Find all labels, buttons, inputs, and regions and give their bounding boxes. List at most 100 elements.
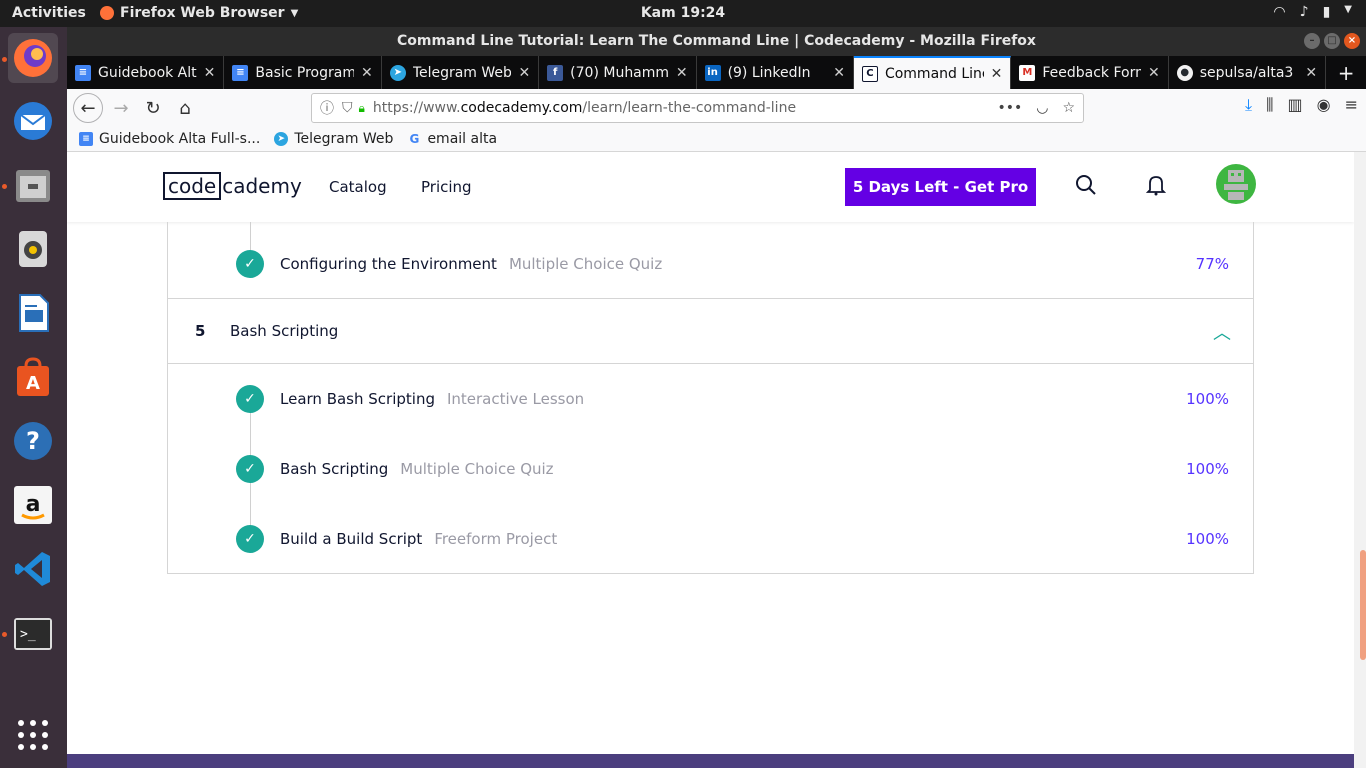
google-icon: G [409, 132, 420, 146]
list-item[interactable]: ✓ Configuring the Environment Multiple Ch… [168, 228, 1253, 298]
forward-button[interactable]: → [107, 94, 135, 122]
check-icon: ✓ [236, 455, 264, 483]
tab-telegram[interactable]: ➤ Telegram Web ✕ [382, 56, 540, 89]
nav-pricing[interactable]: Pricing [421, 178, 472, 196]
page-scrollbar[interactable] [1354, 152, 1366, 768]
home-button[interactable]: ⌂ [171, 94, 199, 122]
reload-button[interactable]: ↻ [139, 94, 167, 122]
check-icon: ✓ [236, 525, 264, 553]
dock-amazon[interactable]: a [8, 480, 58, 530]
writer-icon [19, 294, 49, 332]
minimize-button[interactable]: – [1304, 33, 1320, 49]
url-host: codecademy.com [460, 100, 583, 116]
dock-writer[interactable] [8, 288, 58, 338]
close-tab-icon[interactable]: ✕ [833, 65, 845, 81]
svg-text:A: A [26, 373, 40, 394]
wifi-icon: ◠ [1273, 4, 1286, 20]
search-icon[interactable] [1075, 174, 1097, 196]
close-window-button[interactable]: × [1344, 33, 1360, 49]
tab-linkedin[interactable]: in (9) LinkedIn ✕ [697, 56, 854, 89]
lock-icon[interactable]: 🔒︎ [359, 101, 365, 116]
close-tab-icon[interactable]: ✕ [361, 65, 373, 81]
avatar[interactable] [1216, 164, 1256, 204]
check-icon: ✓ [236, 385, 264, 413]
account-icon[interactable]: ◉ [1317, 95, 1331, 115]
svg-text:?: ? [26, 427, 40, 455]
pocket-icon[interactable]: ◡ [1036, 100, 1048, 116]
firefox-icon [14, 39, 52, 77]
item-percent: 100% [1186, 460, 1229, 478]
dock-rhythmbox[interactable] [8, 224, 58, 274]
tab-guidebook[interactable]: ≡ Guidebook Alta Full ✕ [67, 56, 225, 89]
dock-vscode[interactable] [8, 544, 58, 594]
url-bar[interactable]: ⓘ ⛉ 🔒︎ https://www. codecademy.com/learn/… [311, 93, 1084, 123]
menu-icon[interactable]: ≡ [1345, 95, 1358, 115]
window-title-bar[interactable]: Command Line Tutorial: Learn The Command… [67, 27, 1366, 56]
library-icon[interactable]: ⫼ [1266, 95, 1273, 115]
bookmark-telegram[interactable]: ➤ Telegram Web [274, 131, 393, 147]
codecademy-logo[interactable]: code cademy [163, 172, 302, 200]
bell-icon[interactable] [1146, 174, 1166, 196]
dock-terminal[interactable]: >_ [8, 609, 58, 659]
list-item[interactable]: ✓ Bash Scripting Multiple Choice Quiz 100… [168, 434, 1253, 504]
tab-command-line[interactable]: C Command Line ✕ [853, 56, 1012, 89]
info-icon[interactable]: ⓘ [320, 98, 334, 118]
item-title: Learn Bash Scripting [280, 390, 435, 408]
tab-bar: ≡ Guidebook Alta Full ✕ ≡ Basic Programm… [67, 56, 1366, 89]
dock-show-apps[interactable] [8, 710, 58, 760]
close-tab-icon[interactable]: ✕ [991, 66, 1003, 82]
check-icon: ✓ [236, 250, 264, 278]
chevron-up-icon[interactable]: ︿ [1213, 319, 1231, 345]
docs-icon: ≡ [79, 132, 93, 146]
item-type: Multiple Choice Quiz [508, 255, 663, 273]
tab-label: (70) Muhammad [570, 64, 669, 81]
rhythmbox-icon [19, 231, 47, 267]
dock-software[interactable]: A [8, 352, 58, 402]
dock-help[interactable]: ? [8, 416, 58, 466]
tab-github[interactable]: ● sepulsa/alta3 ✕ [1169, 56, 1327, 89]
section-header[interactable]: 5 Bash Scripting ︿ [168, 298, 1253, 364]
nav-catalog[interactable]: Catalog [329, 178, 387, 196]
close-tab-icon[interactable]: ✕ [1148, 65, 1160, 81]
gmail-icon: M [1019, 64, 1036, 81]
bookmark-label: Telegram Web [294, 131, 394, 147]
bookmark-email-alta[interactable]: G email alta [407, 131, 498, 147]
thunderbird-icon [14, 102, 52, 140]
files-icon [16, 170, 50, 202]
help-icon: ? [14, 422, 52, 460]
item-title: Configuring the Environment [280, 255, 497, 273]
get-pro-button[interactable]: 5 Days Left - Get Pro [845, 168, 1036, 206]
chevron-down-icon: ▼ [1344, 4, 1352, 15]
tab-feedback-form[interactable]: M Feedback Form ✕ [1011, 56, 1169, 89]
close-tab-icon[interactable]: ✕ [676, 65, 688, 81]
back-button[interactable]: ← [73, 93, 103, 123]
tab-basic-programming[interactable]: ≡ Basic Programming ✕ [224, 56, 382, 89]
close-tab-icon[interactable]: ✕ [1305, 65, 1317, 81]
item-title: Build a Build Script [280, 530, 423, 548]
new-tab-button[interactable]: + [1326, 56, 1366, 89]
downloads-icon[interactable]: ⤓ [1245, 95, 1252, 115]
bookmark-guidebook[interactable]: ≡ Guidebook Alta Full-s... [79, 131, 260, 147]
tracking-protection-icon[interactable]: ⛉ [342, 100, 353, 116]
tab-facebook[interactable]: f (70) Muhammad ✕ [539, 56, 697, 89]
dock-firefox[interactable] [8, 33, 58, 83]
scrollbar-thumb[interactable] [1360, 550, 1366, 660]
docs-icon: ≡ [232, 64, 249, 81]
close-tab-icon[interactable]: ✕ [518, 65, 530, 81]
system-tray[interactable]: ◠ ♪ ▮ ▼ [1273, 4, 1352, 20]
bookmark-label: Guidebook Alta Full-s... [99, 131, 261, 147]
bookmark-star-icon[interactable]: ☆ [1062, 100, 1075, 116]
item-title: Bash Scripting [280, 460, 389, 478]
list-item[interactable]: ✓ Learn Bash Scripting Interactive Lesson… [168, 364, 1253, 434]
list-item[interactable]: ✓ Build a Build Script Freeform Project 1… [168, 504, 1253, 574]
telegram-icon: ➤ [274, 132, 289, 146]
sidebar-icon[interactable]: ▥ [1288, 95, 1303, 115]
close-tab-icon[interactable]: ✕ [204, 65, 216, 81]
dock-files[interactable] [8, 160, 58, 210]
item-title-wrapper: Configuring the Environment Multiple Choi… [280, 255, 662, 273]
dock-thunderbird[interactable] [8, 96, 58, 146]
maximize-button[interactable]: □ [1324, 33, 1340, 49]
clock[interactable]: Kam 19:24 [0, 5, 1366, 21]
page-actions-icon[interactable]: ••• [997, 100, 1022, 116]
terminal-icon: >_ [14, 618, 52, 650]
